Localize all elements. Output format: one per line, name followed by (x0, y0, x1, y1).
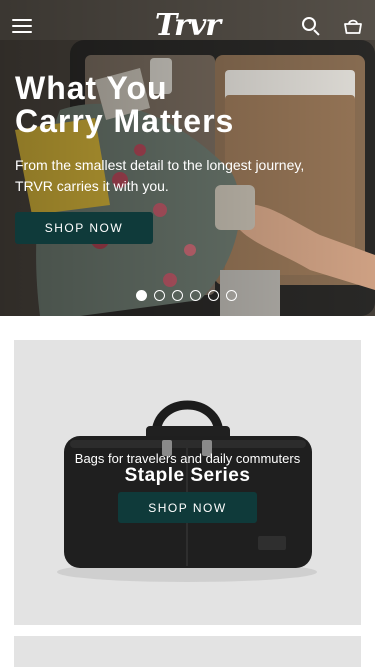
carousel-pagination (136, 290, 237, 301)
promo-title: Staple Series (124, 465, 251, 486)
promo-shop-now-button[interactable]: SHOP NOW (118, 492, 257, 523)
search-icon[interactable] (301, 16, 321, 36)
header-actions (301, 16, 363, 36)
hero-subtitle-line-1: From the smallest detail to the longest … (15, 157, 305, 173)
shopping-bag-icon[interactable] (343, 16, 363, 36)
carousel-dot-5[interactable] (208, 290, 219, 301)
hero-subtitle-line-2: TRVR carries it with you. (15, 178, 169, 194)
staple-series-card[interactable]: Bags for travelers and daily commuters S… (14, 340, 361, 625)
carousel-dot-1[interactable] (136, 290, 147, 301)
site-header: Trvr (0, 0, 375, 52)
hamburger-menu-icon[interactable] (12, 19, 32, 33)
carousel-dot-6[interactable] (226, 290, 237, 301)
carousel-dot-2[interactable] (154, 290, 165, 301)
hero-subtitle: From the smallest detail to the longest … (15, 155, 345, 197)
brand-logo[interactable]: Trvr (155, 8, 221, 44)
next-product-card[interactable] (14, 636, 361, 667)
carousel-dot-3[interactable] (172, 290, 183, 301)
carousel-dot-4[interactable] (190, 290, 201, 301)
hero-title: What You Carry Matters (15, 72, 315, 138)
hero-title-line-1: What You (15, 70, 168, 106)
hero-title-line-2: Carry Matters (15, 103, 235, 139)
hero-shop-now-button[interactable]: SHOP NOW (15, 212, 153, 244)
